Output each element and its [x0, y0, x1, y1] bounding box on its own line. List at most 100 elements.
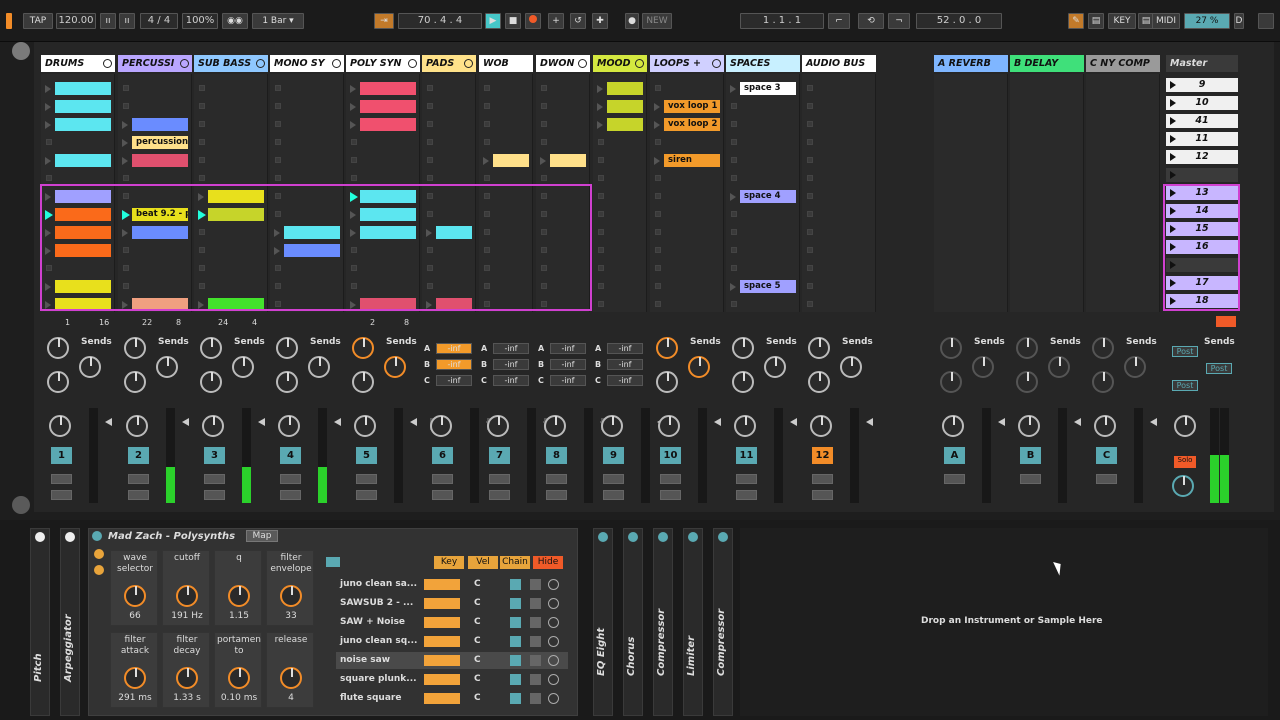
solo-button[interactable]: [1020, 474, 1041, 484]
key-map-button[interactable]: KEY: [1108, 13, 1136, 29]
clip-stop-button[interactable]: [807, 301, 813, 307]
clip-stop-button[interactable]: [731, 157, 737, 163]
send-b-knob[interactable]: [1048, 356, 1070, 378]
send-amount[interactable]: -inf: [493, 359, 529, 370]
clip-launch-icon[interactable]: [540, 157, 546, 165]
clip-stop-button[interactable]: [655, 175, 661, 181]
clip-stop-button[interactable]: [807, 175, 813, 181]
clip-launch-icon[interactable]: [122, 139, 128, 147]
scene-play-icon[interactable]: [1170, 297, 1176, 305]
clip-stop-button[interactable]: [123, 103, 129, 109]
device-on-icon[interactable]: [688, 532, 698, 542]
chain-activator[interactable]: [510, 693, 521, 704]
arm-button[interactable]: [128, 490, 149, 500]
clip-slot[interactable]: [55, 154, 111, 167]
clip-stop-button[interactable]: [655, 283, 661, 289]
macro-dial[interactable]: [124, 667, 146, 689]
macro-dial[interactable]: [124, 585, 146, 607]
clip-launch-icon[interactable]: [350, 85, 356, 93]
pan-knob[interactable]: [810, 415, 832, 437]
scene-play-icon[interactable]: [1170, 243, 1176, 251]
record-icon[interactable]: [525, 13, 541, 29]
solo-button[interactable]: [432, 474, 453, 484]
clip-stop-button[interactable]: [199, 139, 205, 145]
chain-solo[interactable]: [530, 598, 541, 609]
chain-activator[interactable]: [510, 617, 521, 628]
scene-play-icon[interactable]: [1170, 225, 1176, 233]
clip-stop-button[interactable]: [427, 175, 433, 181]
chain-volume[interactable]: [424, 579, 460, 590]
return-header[interactable]: C NY COMP: [1086, 55, 1160, 72]
vel-zone-button[interactable]: Vel: [468, 556, 498, 569]
clip-stop-button[interactable]: [807, 247, 813, 253]
send-c-knob[interactable]: [656, 371, 678, 393]
clip-launch-icon[interactable]: [730, 283, 736, 291]
macro-dial[interactable]: [176, 667, 198, 689]
send-b-knob[interactable]: [232, 356, 254, 378]
device-panel[interactable]: [683, 528, 703, 716]
clip-slot[interactable]: [55, 100, 111, 113]
send-a-knob[interactable]: [940, 337, 962, 359]
chain-solo[interactable]: [530, 617, 541, 628]
clip-slot[interactable]: [607, 118, 643, 131]
scene-launch[interactable]: [1166, 258, 1238, 272]
show-macros-icon[interactable]: [94, 549, 104, 559]
send-c-knob[interactable]: [47, 371, 69, 393]
clip-stop-button[interactable]: [731, 175, 737, 181]
clip-stop-button[interactable]: [484, 139, 490, 145]
arm-button[interactable]: [736, 490, 757, 500]
scene-launch[interactable]: 41: [1166, 114, 1238, 128]
chain-volume[interactable]: [424, 655, 460, 666]
macro-dial[interactable]: [228, 667, 250, 689]
device-on-icon[interactable]: [598, 532, 608, 542]
clip-slot[interactable]: [360, 100, 416, 113]
clip-slot[interactable]: space 5: [740, 280, 796, 293]
clip-stop-button[interactable]: [807, 283, 813, 289]
volume-slider[interactable]: [105, 418, 112, 426]
track-activator[interactable]: 2: [128, 447, 149, 464]
clip-slot[interactable]: [360, 82, 416, 95]
send-a-knob[interactable]: [656, 337, 678, 359]
chain-volume[interactable]: [424, 674, 460, 685]
return-activator[interactable]: C: [1096, 447, 1117, 464]
clip-stop-button[interactable]: [427, 85, 433, 91]
clip-stop-button[interactable]: [655, 211, 661, 217]
clip-stop-button[interactable]: [598, 139, 604, 145]
track-activator[interactable]: 10: [660, 447, 681, 464]
solo-button[interactable]: [128, 474, 149, 484]
volume-slider[interactable]: [714, 418, 721, 426]
clip-stop-button[interactable]: [731, 139, 737, 145]
clip-stop-button[interactable]: [427, 121, 433, 127]
hide-zone-button[interactable]: Hide: [533, 556, 563, 569]
clip-launch-icon[interactable]: [45, 103, 51, 111]
device-on-icon[interactable]: [65, 532, 75, 542]
send-amount[interactable]: -inf: [493, 375, 529, 386]
send-amount[interactable]: -inf: [550, 375, 586, 386]
send-c-knob[interactable]: [1092, 371, 1114, 393]
device-title[interactable]: EQ Eight: [596, 628, 607, 676]
track-header[interactable]: SPACES: [726, 55, 800, 72]
volume-slider[interactable]: [258, 418, 265, 426]
chain-activator[interactable]: [510, 598, 521, 609]
master-pan-knob[interactable]: [1174, 415, 1196, 437]
device-on-icon[interactable]: [718, 532, 728, 542]
clip-launch-icon[interactable]: [654, 157, 660, 165]
arm-icon[interactable]: [103, 59, 112, 68]
scene-launch[interactable]: 14: [1166, 204, 1238, 218]
solo-button[interactable]: [489, 474, 510, 484]
clip-stop-button[interactable]: [484, 175, 490, 181]
send-c-knob[interactable]: [276, 371, 298, 393]
overdub-icon[interactable]: +: [548, 13, 564, 29]
device-title[interactable]: Limiter: [686, 636, 697, 676]
chain-row[interactable]: square plunk... C: [336, 671, 568, 688]
clip-stop-button[interactable]: [275, 121, 281, 127]
chain-hotswap-icon[interactable]: [548, 655, 559, 666]
chain-volume[interactable]: [424, 636, 460, 647]
solo-button[interactable]: [812, 474, 833, 484]
clip-launch-icon[interactable]: [730, 193, 736, 201]
clip-stop-button[interactable]: [598, 211, 604, 217]
clip-stop-button[interactable]: [427, 103, 433, 109]
clip-stop-button[interactable]: [351, 175, 357, 181]
pan-knob[interactable]: [49, 415, 71, 437]
macro-knob[interactable]: portamen to 0.10 ms: [214, 632, 262, 708]
